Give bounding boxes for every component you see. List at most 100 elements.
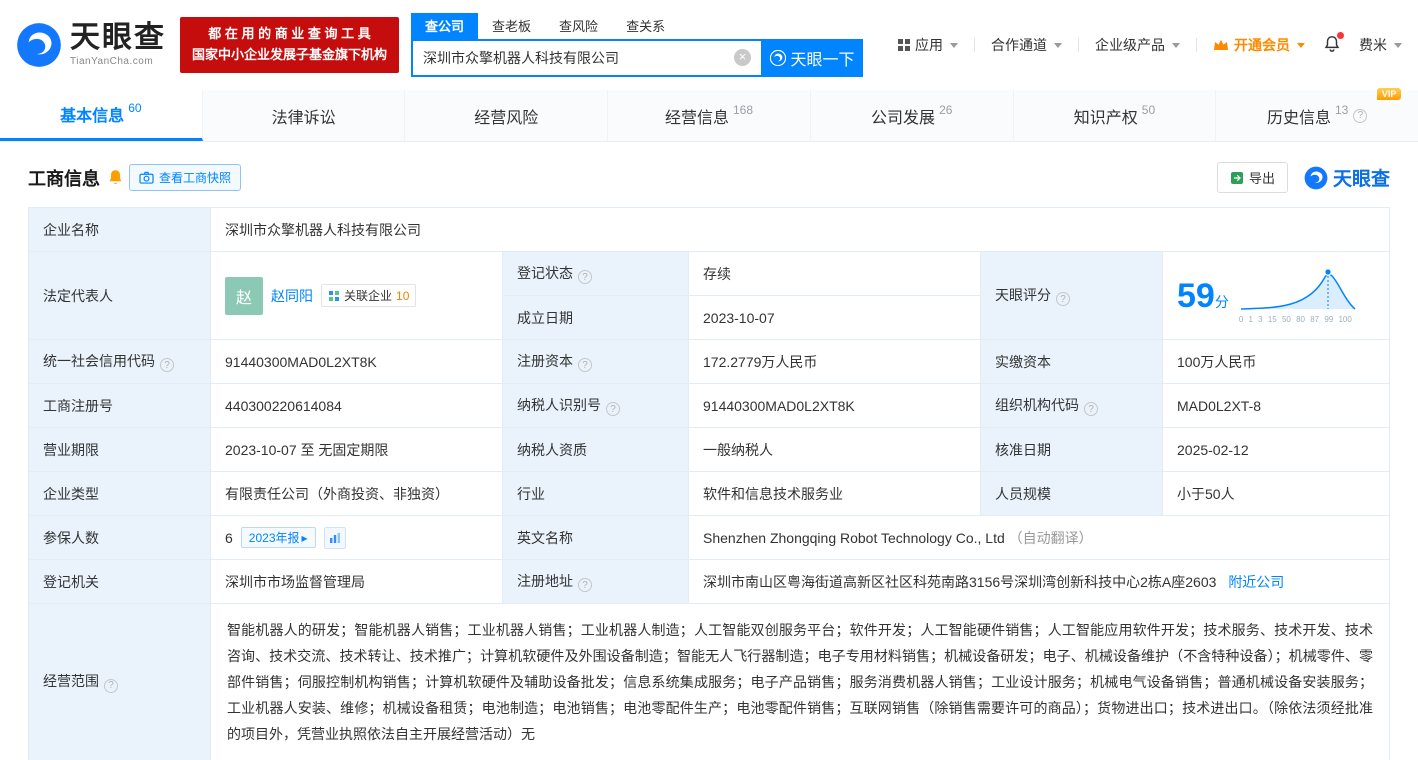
label-establish-date: 成立日期 <box>502 295 689 340</box>
value-industry: 软件和信息技术服务业 <box>688 471 981 516</box>
help-icon[interactable]: ? <box>1353 108 1368 123</box>
export-button[interactable]: 导出 <box>1216 162 1288 193</box>
help-icon[interactable]: ? <box>160 358 174 373</box>
tab-count: 13 <box>1335 102 1349 117</box>
value-tianyan-score: 59分 0 1 3 15 50 80 87 99 100 <box>1162 251 1390 340</box>
nav-enterprise-products[interactable]: 企业级产品 <box>1095 35 1180 55</box>
value-approval-date: 2025-02-12 <box>1162 427 1390 472</box>
notification-bell[interactable] <box>1323 31 1344 56</box>
logo-text: 天眼查 TianYanCha.com <box>70 23 166 68</box>
page-tabs: 基本信息 60 法律诉讼 经营风险 经营信息 168 公司发展 26 知识产权 … <box>0 87 1418 142</box>
tab-label: 经营信息 <box>664 109 729 127</box>
score-chart[interactable]: 0 1 3 15 50 80 87 99 100 <box>1239 267 1357 324</box>
tab-operating-risk[interactable]: 经营风险 <box>405 90 609 141</box>
help-icon[interactable]: ? <box>606 402 620 417</box>
nav-apps-label: 应用 <box>915 37 943 53</box>
search-area: 查公司 查老板 查风险 查关系 × 天眼一下 <box>411 13 864 77</box>
value-taxpayer-quality: 一般纳税人 <box>688 427 981 472</box>
search-tab-boss[interactable]: 查老板 <box>478 13 545 39</box>
nav-vip-upgrade[interactable]: 开通会员 <box>1213 35 1305 55</box>
insured-number: 6 <box>225 529 233 546</box>
value-company-name: 深圳市众擎机器人科技有限公司 <box>210 207 1390 252</box>
value-paid-capital: 100万人民币 <box>1162 339 1390 384</box>
help-icon[interactable]: ? <box>1084 402 1098 417</box>
search-input[interactable] <box>411 39 762 77</box>
tab-count: 26 <box>939 102 953 117</box>
search-tab-risk[interactable]: 查风险 <box>545 13 612 39</box>
top-nav: 应用 合作通道 企业级产品 开通会员 费米 <box>898 31 1402 56</box>
clear-icon[interactable]: × <box>734 49 752 66</box>
business-info-table: 企业名称 深圳市众擎机器人科技有限公司 法定代表人 赵 赵同阳 关联企业 10 … <box>28 207 1390 760</box>
tab-legal-litigation[interactable]: 法律诉讼 <box>203 90 406 141</box>
label-taxpayer-quality: 纳税人资质 <box>502 427 689 472</box>
tab-label: 公司发展 <box>871 109 936 127</box>
score-axis-labels: 0 1 3 15 50 80 87 99 100 <box>1238 315 1352 324</box>
tab-label: 法律诉讼 <box>271 109 336 127</box>
slogan-line1: 都 在 用 的 商 业 查 询 工 具 <box>208 26 371 42</box>
chevron-down-icon <box>1054 42 1062 48</box>
label-english-name: 英文名称 <box>502 515 689 560</box>
label-industry: 行业 <box>502 471 689 516</box>
nearby-companies-link[interactable]: 附近公司 <box>1228 574 1284 590</box>
search-button-label: 天眼一下 <box>790 52 855 69</box>
nav-cooperation[interactable]: 合作通道 <box>991 35 1062 55</box>
label-taxpayer-id: 纳税人识别号? <box>502 383 689 428</box>
value-registration-number: 440300220614084 <box>210 383 503 428</box>
label-business-scope: 经营范围? <box>28 603 211 760</box>
value-registration-status: 存续 <box>688 251 981 296</box>
legal-representative-link[interactable]: 赵同阳 <box>271 286 313 306</box>
nav-apps[interactable]: 应用 <box>898 35 958 55</box>
search-button[interactable]: 天眼一下 <box>761 39 864 77</box>
camera-icon <box>139 171 154 184</box>
apps-grid-icon <box>898 39 910 51</box>
chevron-down-icon <box>1394 42 1402 48</box>
nav-cooperation-label: 合作通道 <box>991 37 1047 53</box>
chevron-down-icon <box>1297 42 1305 48</box>
tab-history-info[interactable]: 历史信息 13 VIP ? <box>1216 87 1418 141</box>
value-registered-capital: 172.2779万人民币 <box>688 339 981 384</box>
label-registered-capital: 注册资本? <box>502 339 689 384</box>
vip-badge: VIP <box>1376 87 1402 100</box>
related-companies-tag[interactable]: 关联企业 10 <box>321 284 417 307</box>
value-legal-representative: 赵 赵同阳 关联企业 10 <box>210 251 503 340</box>
nav-user[interactable]: 费米 <box>1359 35 1402 55</box>
notification-dot <box>1337 31 1344 39</box>
value-business-term: 2023-10-07 至 无固定期限 <box>210 427 503 472</box>
section-actions: 导出 天眼查 <box>1216 162 1390 193</box>
help-icon[interactable]: ? <box>578 358 592 373</box>
chevron-down-icon <box>1172 42 1180 48</box>
related-companies-icon <box>329 290 339 301</box>
insured-trend-chart-icon[interactable] <box>323 526 346 549</box>
help-icon[interactable]: ? <box>104 678 118 693</box>
search-tab-company[interactable]: 查公司 <box>411 13 479 39</box>
help-icon[interactable]: ? <box>1056 292 1070 307</box>
value-taxpayer-id: 91440300MAD0L2XT8K <box>688 383 981 428</box>
chevron-down-icon <box>950 42 958 48</box>
logo-subtitle: TianYanCha.com <box>70 56 154 67</box>
brand-name: 天眼查 <box>1332 169 1390 190</box>
help-icon[interactable]: ? <box>578 270 592 285</box>
snapshot-button[interactable]: 查看工商快照 <box>129 164 242 191</box>
tab-operating-info[interactable]: 经营信息 168 <box>608 90 811 141</box>
related-companies-label: 关联企业 <box>344 289 393 303</box>
tab-intellectual-property[interactable]: 知识产权 50 <box>1014 90 1217 141</box>
related-companies-count: 10 <box>396 288 410 303</box>
label-paid-capital: 实缴资本 <box>980 339 1163 384</box>
slogan-badge: 都 在 用 的 商 业 查 询 工 具 国家中小企业发展子基金旗下机构 <box>180 17 400 73</box>
help-icon[interactable]: ? <box>578 578 592 593</box>
score-number: 59 <box>1177 276 1215 315</box>
value-registration-authority: 深圳市市场监督管理局 <box>210 559 503 604</box>
tab-company-development[interactable]: 公司发展 26 <box>811 90 1014 141</box>
business-info-header: 工商信息 查看工商快照 导出 天眼查 <box>28 162 1390 193</box>
avatar[interactable]: 赵 <box>225 276 263 315</box>
tab-basic-info[interactable]: 基本信息 60 <box>0 90 203 141</box>
label-company-name: 企业名称 <box>28 207 211 252</box>
label-insured-count: 参保人数 <box>28 515 211 560</box>
brand-watermark: 天眼查 <box>1304 164 1390 191</box>
annual-report-link[interactable]: 2023年报 ▸ <box>240 527 316 548</box>
header-logo[interactable]: 天眼查 TianYanCha.com <box>16 22 166 68</box>
label-registered-address: 注册地址? <box>502 559 689 604</box>
alert-bell-icon[interactable] <box>108 169 123 186</box>
search-tab-relation[interactable]: 查关系 <box>612 13 679 39</box>
nav-user-label: 费米 <box>1359 37 1387 53</box>
